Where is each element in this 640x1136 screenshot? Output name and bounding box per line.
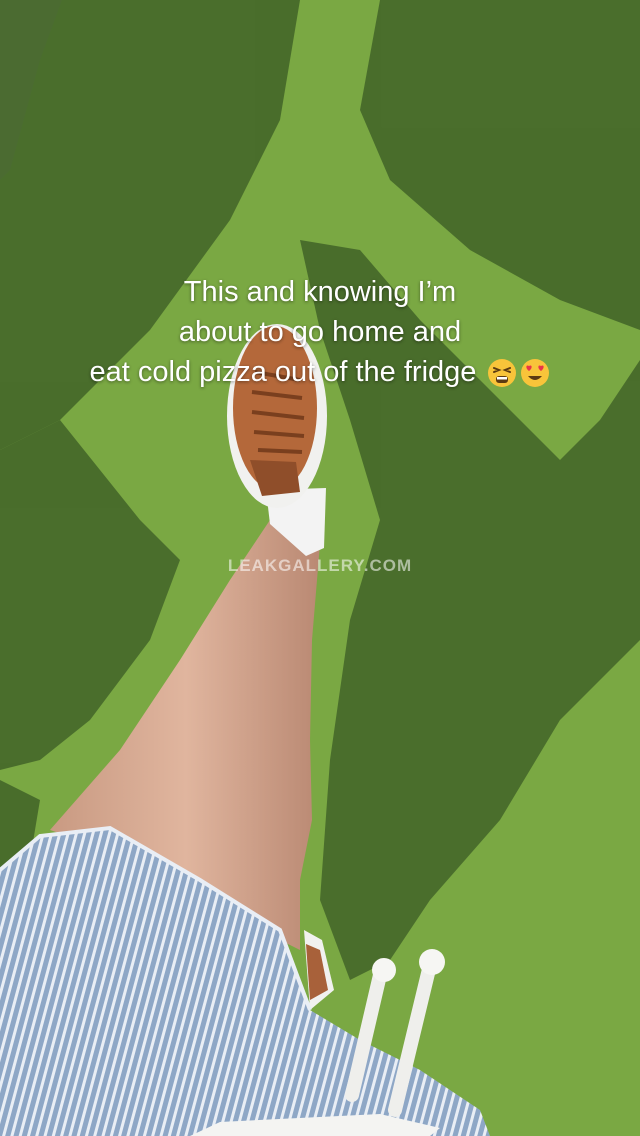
video-frame: This and knowing I’m about to go home an…	[0, 0, 640, 1136]
caption: This and knowing I’m about to go home an…	[0, 272, 640, 392]
caption-line-2: about to go home and	[178, 316, 462, 348]
heart-eyes-emoji	[521, 359, 550, 388]
caption-line-1: This and knowing I’m	[183, 276, 457, 308]
tired-face-emoji	[488, 359, 517, 388]
caption-line-3-text: eat cold pizza out of the fridge	[89, 356, 477, 388]
caption-line-3: eat cold pizza out of the fridge	[0, 352, 640, 392]
watermark: LEAKGALLERY.COM	[227, 556, 413, 575]
